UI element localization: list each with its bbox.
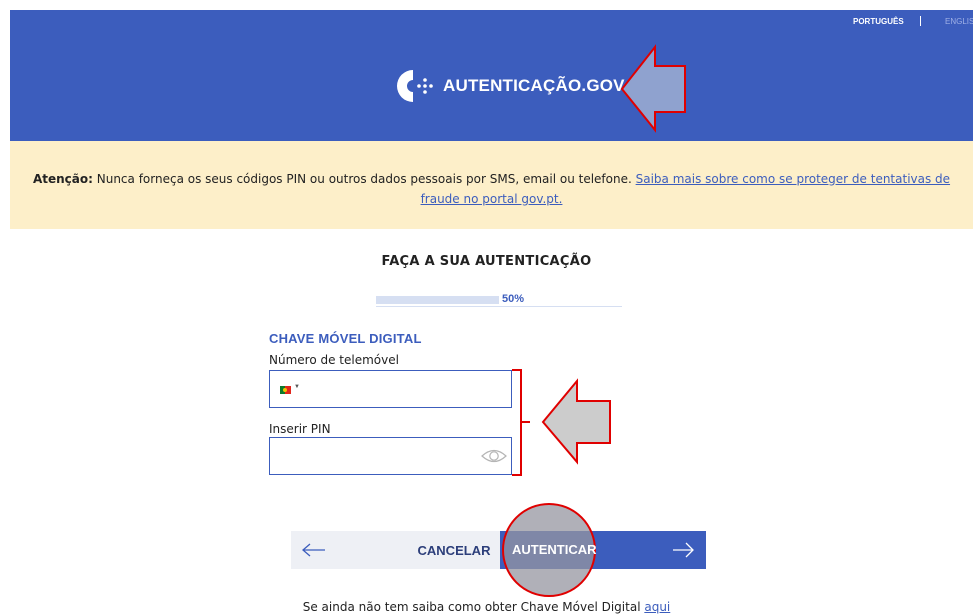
section-title: CHAVE MÓVEL DIGITAL <box>269 331 422 346</box>
alert-heading: Atenção: <box>32 172 93 186</box>
pin-input[interactable] <box>269 437 512 475</box>
site-header: AUTENTICAÇÃO.GOV <box>10 35 973 141</box>
portugal-flag-icon[interactable] <box>280 386 291 394</box>
progress-track-line <box>376 306 622 307</box>
form-arrow-annotation <box>541 378 611 465</box>
footer-info: Se ainda não tem saiba como obter Chave … <box>0 600 973 614</box>
footer-text: Se ainda não tem saiba como obter Chave … <box>302 600 645 614</box>
authenticate-label: AUTENTICAR <box>512 542 597 557</box>
language-english-link[interactable]: ENGLISH <box>945 17 973 26</box>
page-title: FAÇA A SUA AUTENTICAÇÃO <box>381 254 592 269</box>
arrow-right-icon <box>672 540 694 560</box>
back-button[interactable] <box>291 531 337 569</box>
language-bar: PORTUGUÊS ENGLISH <box>10 10 973 35</box>
site-title: AUTENTICAÇÃO.GOV <box>443 76 625 95</box>
alert-body: Nunca forneça os seus códigos PIN ou out… <box>92 172 636 186</box>
action-bar: CANCELAR AUTENTICAR <box>291 503 706 597</box>
phone-input[interactable]: ▼ <box>269 370 512 408</box>
alert-message: Atenção: Nunca forneça os seus códigos P… <box>30 169 953 209</box>
progress-label: 50% <box>502 293 525 305</box>
language-divider <box>920 16 921 26</box>
security-alert: Atenção: Nunca forneça os seus códigos P… <box>10 141 973 229</box>
progress-bar: 50% <box>376 293 622 307</box>
pin-label: Inserir PIN <box>269 422 331 436</box>
cancel-button[interactable]: CANCELAR <box>411 531 497 569</box>
show-pin-eye-icon[interactable] <box>481 446 507 466</box>
phone-label: Número de telemóvel <box>269 353 399 367</box>
progress-fill <box>376 296 499 304</box>
language-portuguese-link[interactable]: PORTUGUÊS <box>853 17 904 26</box>
country-dropdown-caret-icon[interactable]: ▼ <box>294 384 300 390</box>
autenticacao-logo-icon <box>395 68 439 104</box>
form-bracket-annotation <box>512 369 530 476</box>
arrow-left-icon <box>302 543 325 557</box>
footer-here-link[interactable]: aqui <box>644 600 670 614</box>
site-logo[interactable]: AUTENTICAÇÃO.GOV <box>395 68 625 104</box>
